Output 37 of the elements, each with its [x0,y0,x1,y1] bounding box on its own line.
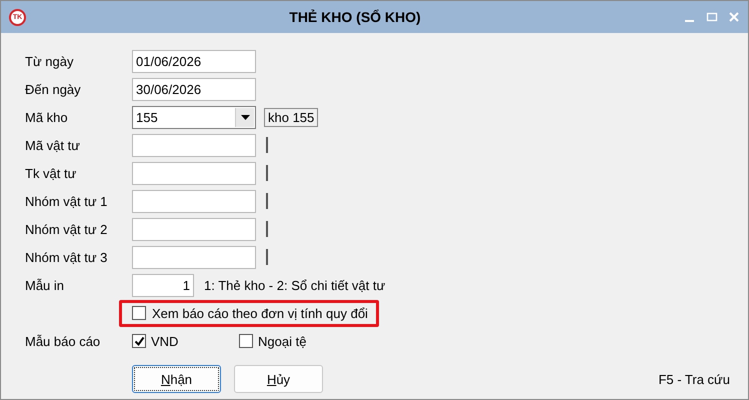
close-icon[interactable] [728,11,740,23]
field-label: Tk vật tư [25,166,78,180]
warehouse-name: kho 155 [264,108,318,126]
field-label: Nhóm vật tư 3 [25,250,108,264]
dialog-button[interactable]: Hủy [234,365,323,393]
date-field[interactable]: 30/06/2026 [132,78,256,100]
field-label: Mẫu báo cáo [25,334,102,348]
field-label: Mã vật tư [25,138,81,152]
field-label: Nhóm vật tư 2 [25,222,108,236]
lookup-marker [266,221,268,237]
checkmark-icon [134,336,144,346]
window-title: THẺ KHO (SỔ KHO) [288,9,422,25]
dropdown-arrow-icon[interactable] [240,114,250,120]
number-field[interactable]: 1 [132,274,194,296]
lookup-marker [266,193,268,209]
date-field[interactable]: 01/06/2026 [132,50,256,72]
warehouse-dropdown[interactable]: 155 [132,106,256,128]
field-label: Mẫu in [25,278,66,292]
field-label: Mã kho [25,110,69,124]
maximize-icon[interactable] [706,11,718,23]
lookup-marker [266,137,268,153]
input-field[interactable] [132,162,256,184]
template-hint: 1: Thẻ kho - 2: Sổ chi tiết vật tư [204,278,386,292]
convert-unit-checkbox[interactable]: Xem báo cáo theo đơn vị tính quy đổi [119,300,379,326]
dialog-button[interactable]: Nhận [132,365,221,393]
input-field[interactable] [132,190,256,212]
field-label: Nhóm vật tư 1 [25,194,108,208]
field-label: Đến ngày [25,82,82,96]
input-field[interactable] [132,218,256,240]
currency-checkbox[interactable]: Ngoại tệ [239,334,346,348]
lookup-marker [266,249,268,265]
currency-checkbox[interactable]: VND [132,334,239,348]
shortcut-hint: F5 - Tra cứu [658,372,730,386]
input-field[interactable] [132,246,256,268]
field-label: Từ ngày [25,54,74,68]
input-field[interactable] [132,134,256,156]
lookup-marker [266,165,268,181]
